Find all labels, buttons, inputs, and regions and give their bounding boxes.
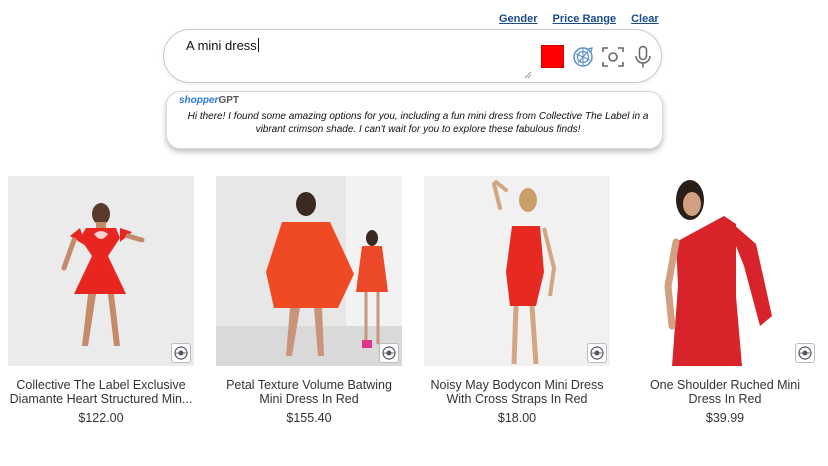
gender-filter-link[interactable]: Gender — [499, 13, 538, 25]
product-card[interactable]: One Shoulder Ruched Mini Dress In Red $3… — [632, 176, 818, 425]
search-input[interactable]: A mini dress — [186, 38, 259, 53]
clear-filters-link[interactable]: Clear — [631, 13, 659, 25]
product-title[interactable]: One Shoulder Ruched Mini Dress In Red — [632, 378, 818, 406]
product-card[interactable]: Petal Texture Volume Batwing Mini Dress … — [216, 176, 402, 425]
product-image[interactable] — [216, 176, 402, 366]
product-title[interactable]: Petal Texture Volume Batwing Mini Dress … — [216, 378, 402, 406]
product-photo — [8, 176, 194, 366]
product-photo — [424, 176, 610, 366]
text-caret — [257, 38, 259, 52]
product-card[interactable]: Collective The Label Exclusive Diamante … — [8, 176, 194, 425]
compare-badge-icon[interactable] — [795, 343, 815, 363]
search-input-box[interactable]: A mini dress — [163, 29, 662, 83]
compare-badge-icon[interactable] — [587, 343, 607, 363]
assistant-message: Hi there! I found some amazing options f… — [187, 111, 649, 135]
product-price: $155.40 — [286, 411, 332, 425]
product-card[interactable]: Noisy May Bodycon Mini Dress With Cross … — [424, 176, 610, 425]
product-image[interactable] — [424, 176, 610, 366]
price-range-filter-link[interactable]: Price Range — [553, 13, 617, 25]
color-swatch-button[interactable] — [541, 45, 564, 68]
microphone-icon[interactable] — [630, 44, 656, 70]
product-image[interactable] — [8, 176, 194, 366]
product-photo — [216, 176, 402, 366]
search-input-value: A mini dress — [186, 38, 257, 53]
product-price: $18.00 — [497, 411, 537, 425]
compare-badge-icon[interactable] — [171, 343, 191, 363]
shoppergpt-logo: shopperGPT — [179, 95, 239, 106]
product-title[interactable]: Noisy May Bodycon Mini Dress With Cross … — [424, 378, 610, 406]
logo-part-2: GPT — [218, 95, 240, 106]
camera-scan-icon[interactable] — [600, 44, 626, 70]
compare-badge-icon[interactable] — [379, 343, 399, 363]
resize-grip-icon[interactable] — [523, 70, 532, 79]
filter-links: Gender Price Range Clear — [499, 13, 659, 25]
product-image[interactable] — [632, 176, 818, 366]
assistant-message-bubble: shopperGPT Hi there! I found some amazin… — [166, 91, 663, 149]
product-photo — [632, 176, 818, 366]
product-title[interactable]: Collective The Label Exclusive Diamante … — [8, 378, 194, 406]
pattern-icon[interactable] — [570, 44, 596, 70]
logo-part-1: shopper — [179, 95, 219, 106]
product-price: $39.99 — [705, 411, 745, 425]
product-price: $122.00 — [78, 411, 124, 425]
